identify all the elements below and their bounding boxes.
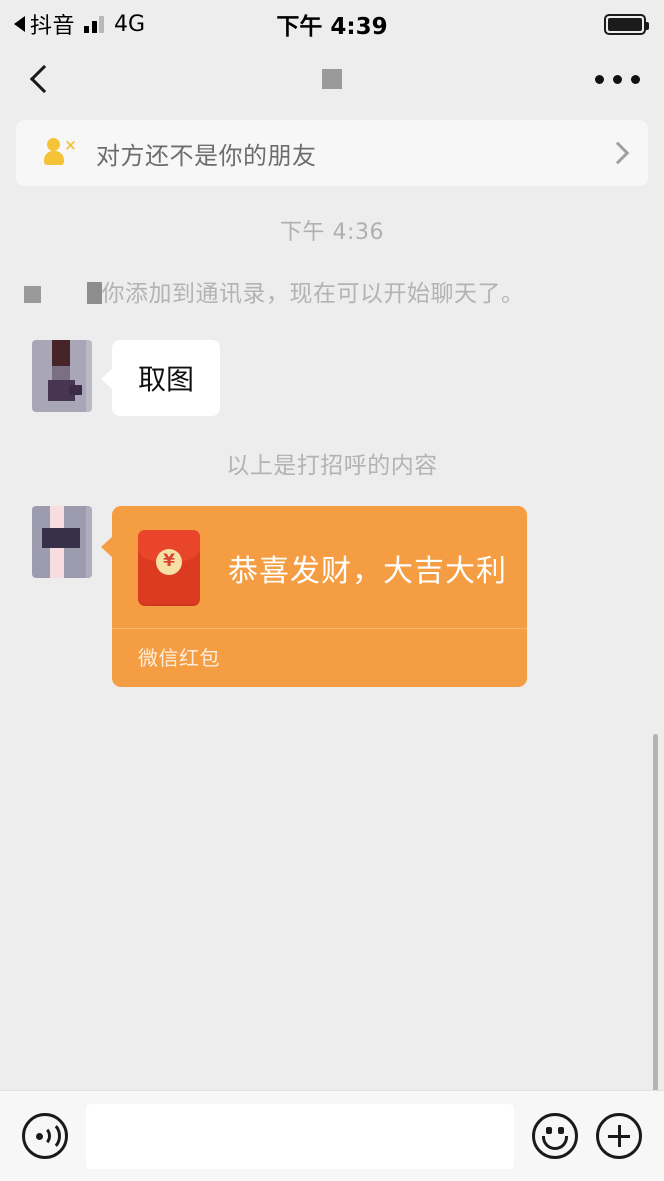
message-timestamp: 下午 4:36 (280, 220, 384, 245)
red-packet-container: ¥ 恭喜发财，大吉大利 微信红包 (101, 506, 527, 687)
page-title (0, 69, 664, 89)
chevron-left-icon[interactable] (26, 64, 56, 94)
nav-bar (0, 48, 664, 110)
message-list[interactable]: 下午 4:36 你添加到通讯录，现在可以开始聊天了。 取图 以上是打招呼的内容 (0, 186, 664, 1090)
avatar[interactable] (32, 506, 92, 578)
not-friend-banner[interactable]: × 对方还不是你的朋友 (16, 120, 648, 186)
chat-screen: 抖音 4G 下午 4:39 × 对方还不是你的朋友 下午 4:36 你添加到通讯… (0, 0, 664, 1181)
red-packet-main: ¥ 恭喜发财，大吉大利 (112, 506, 527, 628)
plus-circle-icon[interactable] (596, 1113, 642, 1159)
system-message-text: 你添加到通讯录，现在可以开始聊天了。 (101, 281, 525, 307)
red-packet-footer-label: 微信红包 (112, 628, 527, 687)
status-bar: 抖音 4G 下午 4:39 (0, 0, 664, 48)
message-bubble-container: 取图 (101, 340, 221, 416)
chevron-right-icon[interactable] (606, 141, 630, 165)
red-packet-blessing: 恭喜发财，大吉大利 (228, 554, 507, 589)
redacted-name-block-1 (23, 286, 41, 303)
more-horizontal-icon[interactable] (595, 74, 640, 84)
red-envelope-icon: ¥ (138, 530, 200, 606)
redacted-title-block (322, 69, 342, 89)
back-app-label[interactable]: 抖音 (30, 8, 75, 40)
message-input[interactable] (86, 1103, 514, 1169)
input-toolbar (0, 1090, 664, 1181)
vertical-scrollbar[interactable] (653, 734, 658, 1090)
voice-record-icon[interactable] (22, 1113, 68, 1159)
redacted-name-block-2 (86, 282, 102, 304)
message-row-text: 取图 (16, 340, 648, 416)
message-row-red-packet: ¥ 恭喜发财，大吉大利 微信红包 (16, 506, 648, 687)
not-friend-banner-label: 对方还不是你的朋友 (96, 141, 317, 170)
red-packet-bubble[interactable]: ¥ 恭喜发财，大吉大利 微信红包 (112, 506, 527, 687)
status-bar-left: 抖音 4G (14, 8, 145, 40)
user-remove-icon: × (44, 138, 78, 168)
message-bubble[interactable]: 取图 (112, 340, 221, 416)
battery-full-icon (604, 13, 649, 35)
smiley-face-icon[interactable] (532, 1113, 578, 1159)
status-bar-right (604, 13, 649, 35)
greeting-note: 以上是打招呼的内容 (226, 453, 438, 479)
bubble-tail (101, 536, 113, 558)
triangle-left-icon[interactable] (14, 16, 25, 32)
friend-banner-container: × 对方还不是你的朋友 (0, 110, 664, 186)
bubble-tail (101, 368, 113, 390)
system-message: 你添加到通讯录，现在可以开始聊天了。 (23, 274, 622, 314)
yuan-coin-icon: ¥ (156, 548, 182, 575)
signal-bars-icon (84, 15, 105, 33)
avatar[interactable] (32, 340, 92, 412)
network-label: 4G (114, 11, 146, 37)
